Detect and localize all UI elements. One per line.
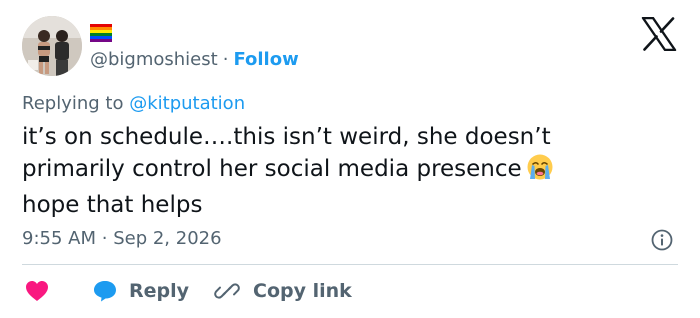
divider	[22, 264, 678, 265]
link-icon	[214, 283, 240, 299]
pride-flag-icon	[90, 24, 112, 42]
tweet-time: 9:55 AM	[22, 228, 96, 249]
heart-icon	[26, 281, 48, 301]
tweet-timestamp[interactable]: 9:55 AM · Sep 2, 2026	[22, 228, 222, 249]
user-handle[interactable]: @bigmoshiest	[90, 49, 218, 70]
avatar-photo	[22, 16, 82, 76]
copy-link-label: Copy link	[253, 280, 352, 302]
reply-bubble-icon	[94, 281, 116, 302]
reply-button[interactable]: Reply	[92, 276, 189, 306]
x-logo-icon[interactable]	[641, 17, 677, 51]
tweet-line: it’s on schedule….this isn’t weird, she …	[22, 124, 551, 150]
tweet-text: it’s on schedule….this isn’t weird, she …	[22, 122, 682, 221]
info-icon[interactable]	[650, 228, 674, 252]
handle-separator: ·	[222, 49, 229, 70]
reply-label: Reply	[129, 280, 190, 302]
avatar[interactable]	[22, 16, 82, 76]
replying-to: Replying to @kitputation	[22, 93, 245, 114]
tweet-line: primarily control her social media prese…	[22, 156, 522, 182]
crying-face-emoji-icon	[526, 153, 554, 190]
timestamp-separator: ·	[101, 228, 108, 249]
follow-button[interactable]: Follow	[233, 49, 298, 70]
tweet-actions: Reply Copy link	[22, 276, 678, 306]
like-button[interactable]	[24, 276, 50, 306]
tweet-line: hope that helps	[22, 192, 203, 218]
tweet-line-with-emoji: primarily control her social media prese…	[22, 153, 682, 190]
tweet-date: Sep 2, 2026	[113, 228, 222, 249]
replying-prefix: Replying to	[22, 93, 124, 114]
user-handle-row: @bigmoshiest · Follow	[90, 48, 299, 72]
copy-link-button[interactable]: Copy link	[214, 276, 352, 306]
reply-mention-link[interactable]: @kitputation	[129, 93, 245, 114]
